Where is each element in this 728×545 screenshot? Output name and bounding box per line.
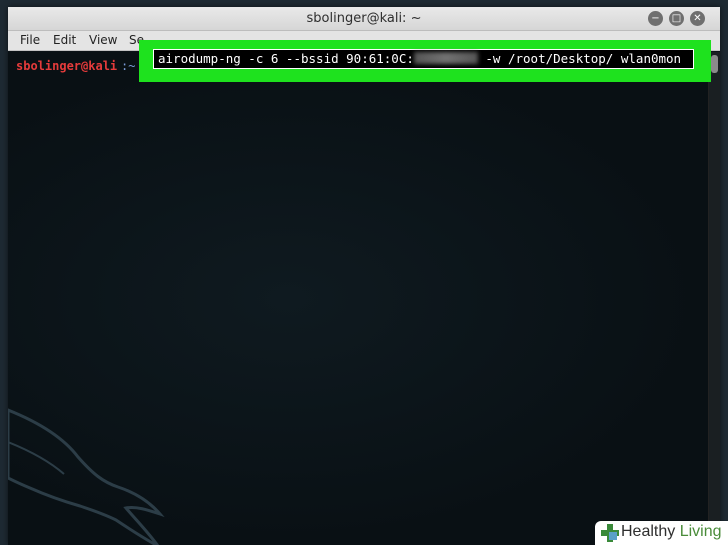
- scrollbar[interactable]: [708, 52, 720, 545]
- maximize-button[interactable]: □: [669, 11, 684, 26]
- scrollbar-thumb[interactable]: [711, 55, 718, 73]
- menu-file[interactable]: File: [20, 33, 40, 47]
- watermark-word2: Living: [675, 523, 722, 540]
- kali-dragon-icon: [8, 408, 165, 545]
- minimize-button[interactable]: −: [648, 11, 663, 26]
- watermark-text: Healthy Living: [621, 523, 722, 541]
- prompt-separator: :~: [121, 59, 136, 73]
- prompt-user: sbolinger@kali: [16, 59, 118, 73]
- command-input[interactable]: airodump-ng -c 6 --bssid 90:61:0C: -w /r…: [153, 49, 694, 69]
- redacted-mac: [413, 52, 478, 64]
- command-suffix: -w /root/Desktop/ wlan0mon: [477, 51, 682, 66]
- menu-view[interactable]: View: [89, 33, 117, 47]
- title-bar[interactable]: sbolinger@kali: ~ − □ ✕: [8, 7, 720, 31]
- menu-edit[interactable]: Edit: [53, 33, 76, 47]
- watermark: Healthy Living: [595, 521, 728, 545]
- plus-logo-icon: [601, 524, 619, 542]
- window-title: sbolinger@kali: ~: [306, 11, 422, 26]
- close-button[interactable]: ✕: [690, 11, 705, 26]
- terminal-window: sbolinger@kali: ~ − □ ✕ File Edit View S…: [8, 7, 720, 545]
- command-prefix: airodump-ng -c 6 --bssid 90:61:0C:: [158, 51, 414, 66]
- command-text: airodump-ng -c 6 --bssid 90:61:0C: -w /r…: [158, 51, 681, 66]
- watermark-word1: Healthy: [621, 523, 676, 540]
